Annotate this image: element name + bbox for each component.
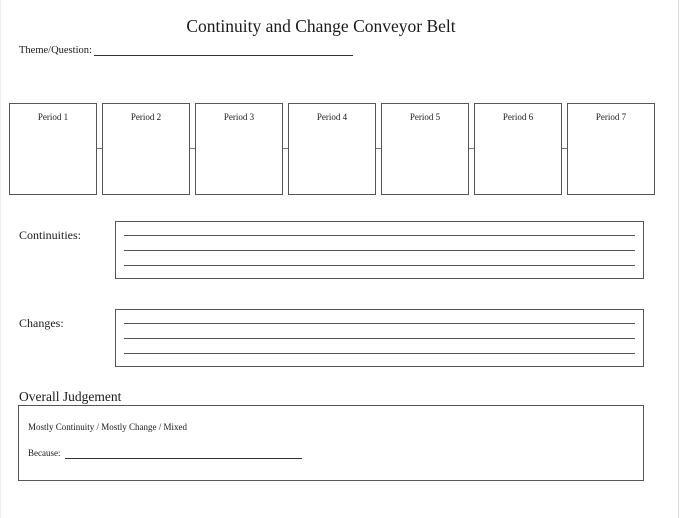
changes-label: Changes: bbox=[19, 316, 64, 330]
overall-judgement-title: Overall Judgement bbox=[19, 389, 122, 404]
period-label: Period 4 bbox=[316, 112, 348, 122]
period-box-1[interactable]: Period 1 bbox=[9, 103, 97, 195]
period-box-6[interactable]: Period 6 bbox=[474, 103, 562, 195]
changes-line[interactable] bbox=[124, 338, 635, 339]
continuities-line[interactable] bbox=[124, 265, 635, 266]
period-label: Period 7 bbox=[595, 112, 627, 122]
continuities-box[interactable] bbox=[115, 221, 644, 279]
worksheet-title: Continuity and Change Conveyor Belt bbox=[186, 16, 456, 36]
continuities-line[interactable] bbox=[124, 250, 635, 251]
period-label: Period 3 bbox=[223, 112, 255, 122]
continuities-line[interactable] bbox=[124, 235, 635, 236]
because-line[interactable] bbox=[65, 458, 302, 459]
continuities-label: Continuities: bbox=[19, 228, 82, 242]
period-box-3[interactable]: Period 3 bbox=[195, 103, 283, 195]
period-box-2[interactable]: Period 2 bbox=[102, 103, 190, 195]
page-edge-left bbox=[0, 0, 1, 518]
because-label: Because: bbox=[28, 448, 61, 458]
changes-box[interactable] bbox=[115, 309, 644, 367]
period-box-4[interactable]: Period 4 bbox=[288, 103, 376, 195]
period-label: Period 6 bbox=[502, 112, 534, 122]
theme-question-label: Theme/Question: bbox=[19, 45, 92, 56]
overall-judgement-box[interactable]: Mostly Continuity / Mostly Change / Mixe… bbox=[18, 405, 644, 481]
period-box-5[interactable]: Period 5 bbox=[381, 103, 469, 195]
conveyor-belt: Period 1 Period 2 Period 3 Period 4 Peri… bbox=[9, 103, 656, 195]
period-label: Period 5 bbox=[409, 112, 441, 122]
changes-line[interactable] bbox=[124, 323, 635, 324]
changes-line[interactable] bbox=[124, 353, 635, 354]
period-label: Period 2 bbox=[130, 112, 162, 122]
period-box-7[interactable]: Period 7 bbox=[567, 103, 655, 195]
theme-question-line[interactable] bbox=[94, 55, 353, 56]
judgement-options[interactable]: Mostly Continuity / Mostly Change / Mixe… bbox=[28, 422, 187, 432]
period-label: Period 1 bbox=[37, 112, 69, 122]
page-edge-right bbox=[678, 0, 679, 518]
